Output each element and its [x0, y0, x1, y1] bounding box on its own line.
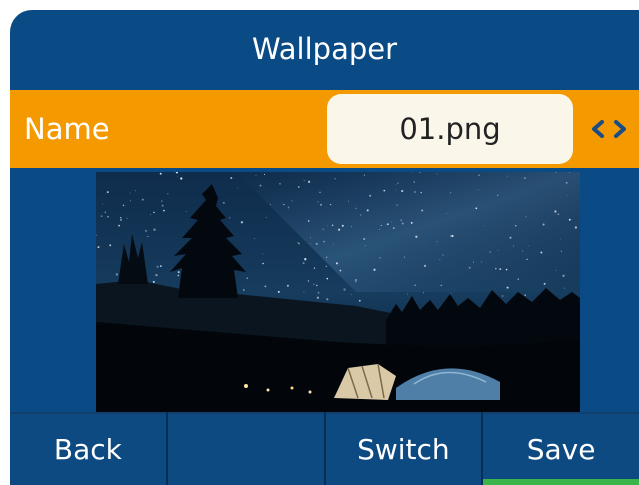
phone-screen: Wallpaper Name 01.png Back Switch Save	[10, 10, 639, 485]
wallpaper-preview-image	[96, 172, 580, 416]
softkey-bar: Back Switch Save	[10, 412, 639, 485]
back-softkey[interactable]: Back	[10, 412, 166, 485]
page-title: Wallpaper	[251, 32, 398, 66]
wallpaper-file-value[interactable]: 01.png	[327, 94, 573, 164]
save-softkey[interactable]: Save	[483, 412, 639, 485]
name-setting-row[interactable]: Name 01.png	[10, 90, 639, 168]
switch-softkey[interactable]: Switch	[325, 412, 482, 485]
empty-softkey[interactable]	[167, 412, 324, 485]
name-label: Name	[24, 112, 110, 146]
left-right-arrows-icon[interactable]	[584, 90, 634, 168]
